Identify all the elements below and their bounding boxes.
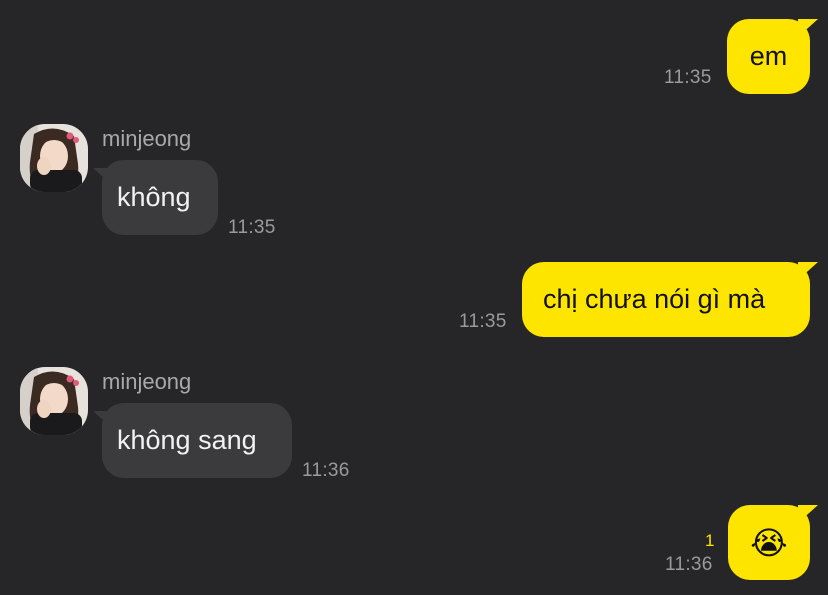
outgoing-message-bubble[interactable]: chị chưa nói gì mà — [522, 262, 810, 337]
loudly-crying-face-icon: 😭 — [750, 524, 788, 561]
profile-photo-avatar-icon — [20, 367, 88, 435]
sender-name: minjeong — [102, 126, 192, 151]
message-timestamp: 11:35 — [664, 67, 712, 88]
message-timestamp: 11:35 — [459, 311, 507, 332]
sender-avatar[interactable] — [20, 124, 88, 192]
message-text: em — [749, 41, 788, 71]
incoming-message-bubble[interactable]: không sang — [102, 403, 292, 478]
incoming-message-bubble[interactable]: không — [102, 160, 218, 235]
message-text: không — [117, 182, 191, 212]
message-timestamp: 11:36 — [665, 554, 713, 575]
message-timestamp: 11:36 — [302, 460, 350, 481]
unread-count-badge: 1 — [705, 531, 715, 550]
sender-avatar[interactable] — [20, 367, 88, 435]
chat-screen: { "messages": [ { "direction": "outgoing… — [0, 0, 828, 595]
outgoing-message-bubble[interactable]: em — [727, 19, 810, 94]
outgoing-message-bubble[interactable]: 😭 — [728, 505, 810, 580]
message-timestamp: 11:35 — [228, 217, 276, 238]
profile-photo-avatar-icon — [20, 124, 88, 192]
message-text: chị chưa nói gì mà — [543, 284, 766, 314]
message-text: không sang — [117, 425, 257, 455]
sender-name: minjeong — [102, 369, 192, 394]
